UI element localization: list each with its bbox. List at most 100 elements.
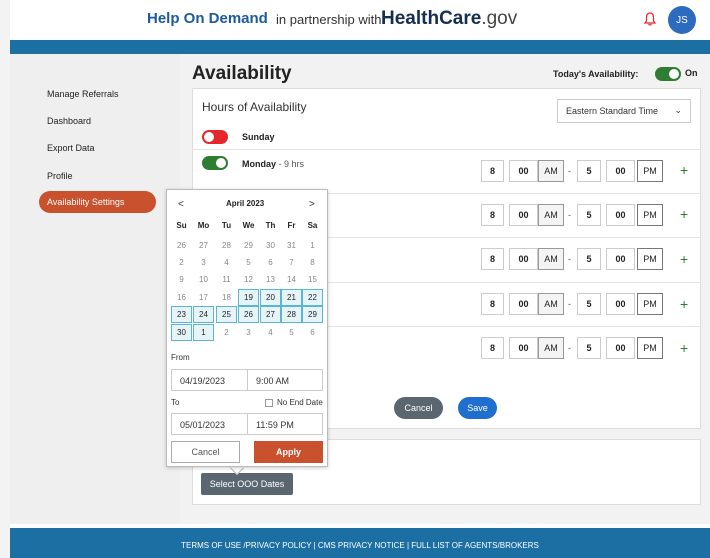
end-minute[interactable]: 00 — [606, 337, 635, 359]
start-minute[interactable]: 00 — [509, 204, 538, 226]
end-hour[interactable]: 5 — [577, 293, 601, 315]
end-minute[interactable]: 00 — [606, 293, 635, 315]
calendar-day[interactable]: 4 — [260, 324, 281, 341]
calendar-day[interactable]: 26 — [238, 306, 259, 323]
end-minute[interactable]: 00 — [606, 248, 635, 270]
calendar-day[interactable]: 22 — [302, 289, 323, 306]
sidebar-item-dashboard[interactable]: Dashboard — [47, 116, 91, 126]
calendar-apply-button[interactable]: Apply — [254, 441, 323, 463]
start-hour[interactable]: 8 — [481, 248, 504, 270]
sidebar-item-availability-settings[interactable]: Availability Settings — [39, 191, 156, 213]
calendar-day[interactable]: 20 — [260, 289, 281, 306]
calendar-day[interactable]: 30 — [171, 324, 192, 341]
add-time-button[interactable]: + — [680, 340, 688, 356]
calendar-day[interactable]: 1 — [302, 237, 323, 254]
start-ampm[interactable]: AM — [538, 293, 564, 315]
calendar-day[interactable]: 24 — [193, 306, 214, 323]
save-button[interactable]: Save — [458, 397, 497, 419]
todays-availability-toggle[interactable] — [655, 67, 681, 81]
no-end-date-checkbox[interactable] — [265, 399, 273, 407]
timezone-select[interactable]: Eastern Standard Time ⌄ — [557, 99, 691, 123]
start-minute[interactable]: 00 — [509, 293, 538, 315]
to-date-input[interactable]: 05/01/2023 — [171, 413, 248, 435]
start-hour[interactable]: 8 — [481, 204, 504, 226]
end-hour[interactable]: 5 — [577, 204, 601, 226]
calendar-day[interactable]: 13 — [260, 271, 281, 288]
cancel-button[interactable]: Cancel — [394, 397, 443, 419]
calendar-day[interactable]: 19 — [238, 289, 259, 306]
end-ampm[interactable]: PM — [637, 248, 663, 270]
calendar-day[interactable]: 7 — [281, 254, 302, 271]
calendar-day[interactable]: 3 — [238, 324, 259, 341]
start-ampm[interactable]: AM — [538, 204, 564, 226]
calendar-day[interactable]: 4 — [216, 254, 237, 271]
add-time-button[interactable]: + — [680, 162, 688, 178]
calendar-day[interactable]: 17 — [193, 289, 214, 306]
calendar-day[interactable]: 23 — [171, 306, 192, 323]
end-minute[interactable]: 00 — [606, 204, 635, 226]
calendar-day[interactable]: 18 — [216, 289, 237, 306]
sidebar-item-profile[interactable]: Profile — [47, 171, 73, 181]
start-hour[interactable]: 8 — [481, 337, 504, 359]
calendar-day[interactable]: 1 — [193, 324, 214, 341]
user-avatar[interactable]: JS — [668, 6, 696, 34]
start-ampm[interactable]: AM — [538, 248, 564, 270]
add-time-button[interactable]: + — [680, 206, 688, 222]
add-time-button[interactable]: + — [680, 296, 688, 312]
calendar-day[interactable]: 14 — [281, 271, 302, 288]
calendar-day[interactable]: 12 — [238, 271, 259, 288]
end-hour[interactable]: 5 — [577, 248, 601, 270]
end-hour[interactable]: 5 — [577, 160, 601, 182]
calendar-cancel-button[interactable]: Cancel — [171, 441, 240, 463]
end-ampm[interactable]: PM — [637, 204, 663, 226]
to-time-input[interactable]: 11:59 PM — [247, 413, 323, 435]
from-date-input[interactable]: 04/19/2023 — [171, 369, 248, 391]
end-minute[interactable]: 00 — [606, 160, 635, 182]
calendar-day[interactable]: 5 — [281, 324, 302, 341]
end-ampm[interactable]: PM — [637, 293, 663, 315]
from-time-input[interactable]: 9:00 AM — [247, 369, 323, 391]
calendar-prev-button[interactable]: < — [178, 199, 184, 210]
bell-icon[interactable] — [642, 11, 658, 27]
add-time-button[interactable]: + — [680, 251, 688, 267]
start-minute[interactable]: 00 — [509, 160, 538, 182]
start-ampm[interactable]: AM — [538, 160, 564, 182]
calendar-day[interactable]: 26 — [171, 237, 192, 254]
calendar-day[interactable]: 16 — [171, 289, 192, 306]
sidebar-item-manage-referrals[interactable]: Manage Referrals — [47, 89, 119, 99]
calendar-day[interactable]: 6 — [302, 324, 323, 341]
start-hour[interactable]: 8 — [481, 160, 504, 182]
toggle-monday[interactable] — [202, 156, 228, 170]
sidebar-item-export-data[interactable]: Export Data — [47, 143, 95, 153]
select-ooo-dates-button[interactable]: Select OOO Dates — [201, 473, 293, 495]
calendar-day[interactable]: 5 — [238, 254, 259, 271]
calendar-day[interactable]: 31 — [281, 237, 302, 254]
healthcare-gov-logo[interactable]: HealthCare.gov — [381, 8, 517, 30]
calendar-day[interactable]: 29 — [238, 237, 259, 254]
brand-title[interactable]: Help On Demand — [147, 10, 268, 27]
calendar-day[interactable]: 6 — [260, 254, 281, 271]
start-minute[interactable]: 00 — [509, 248, 538, 270]
start-minute[interactable]: 00 — [509, 337, 538, 359]
footer-links[interactable]: TERMS OF USE /PRIVACY POLICY | CMS PRIVA… — [181, 541, 539, 550]
calendar-day[interactable]: 28 — [216, 237, 237, 254]
calendar-day[interactable]: 30 — [260, 237, 281, 254]
end-ampm[interactable]: PM — [637, 160, 663, 182]
calendar-day[interactable]: 28 — [281, 306, 302, 323]
calendar-day[interactable]: 2 — [171, 254, 192, 271]
start-hour[interactable]: 8 — [481, 293, 504, 315]
end-ampm[interactable]: PM — [637, 337, 663, 359]
calendar-next-button[interactable]: > — [309, 199, 315, 210]
calendar-day[interactable]: 15 — [302, 271, 323, 288]
calendar-day[interactable]: 2 — [216, 324, 237, 341]
toggle-sunday[interactable] — [202, 130, 228, 144]
calendar-day[interactable]: 3 — [193, 254, 214, 271]
calendar-day[interactable]: 10 — [193, 271, 214, 288]
calendar-day[interactable]: 11 — [216, 271, 237, 288]
calendar-day[interactable]: 27 — [260, 306, 281, 323]
start-ampm[interactable]: AM — [538, 337, 564, 359]
calendar-day[interactable]: 8 — [302, 254, 323, 271]
end-hour[interactable]: 5 — [577, 337, 601, 359]
calendar-day[interactable]: 25 — [216, 306, 237, 323]
calendar-day[interactable]: 9 — [171, 271, 192, 288]
